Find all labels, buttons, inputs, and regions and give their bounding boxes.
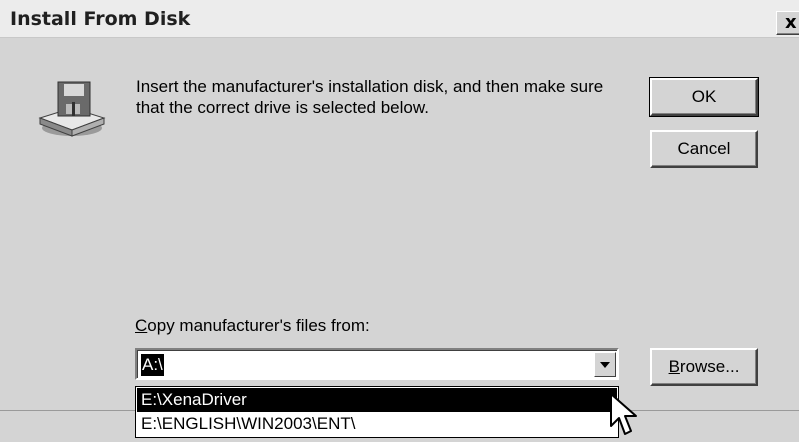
dropdown-arrow-icon[interactable] [594,352,616,377]
browse-accelerator: B [668,357,680,376]
dropdown-list[interactable]: E:\XenaDriver E:\ENGLISH\WIN2003\ENT\ [135,386,619,438]
copy-from-combobox[interactable]: A:\ [135,348,619,380]
mouse-pointer-icon [610,393,637,435]
copy-label-accelerator: C [135,316,148,335]
browse-label-rest: rowse... [679,357,740,376]
combobox-frame: A:\ [137,350,617,378]
title-bar: Install From Disk [0,0,799,38]
copy-label-rest: opy manufacturer's files from: [147,316,370,335]
instructions-text: Insert the manufacturer's installation d… [136,77,604,117]
browse-button[interactable]: Browse... [650,348,758,386]
combobox-value[interactable]: A:\ [141,354,164,376]
copy-from-label: Copy manufacturer's files from: [135,316,370,336]
dropdown-option-xenadriver[interactable]: E:\XenaDriver [137,388,617,412]
cancel-button[interactable]: Cancel [650,130,758,168]
ok-button[interactable]: OK [649,77,759,117]
dropdown-option-win2003[interactable]: E:\ENGLISH\WIN2003\ENT\ [137,412,617,436]
floppy-disk-drive-icon [38,81,106,137]
close-button[interactable]: x [776,11,799,35]
window-title: Install From Disk [10,8,191,30]
install-from-disk-dialog: Install From Disk x Insert the manufactu… [0,0,799,442]
